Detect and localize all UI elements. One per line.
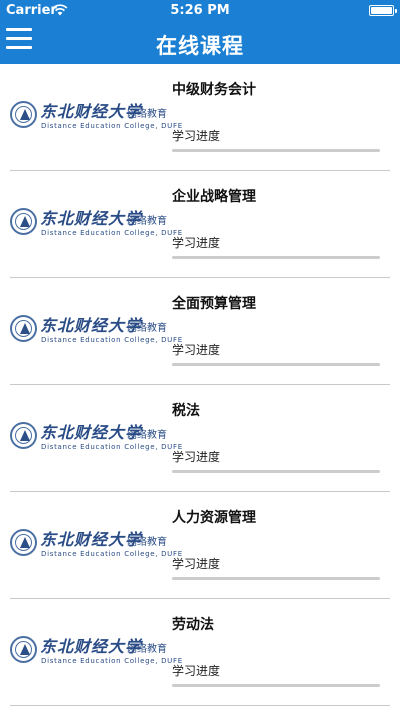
progress-label: 学习进度 [172,557,221,571]
battery-icon [369,5,397,16]
course-list: 东北财经大学 网络教育 Distance Education College, … [0,64,400,706]
progress-label: 学习进度 [172,343,221,357]
university-logo: 东北财经大学 网络教育 Distance Education College, … [10,631,182,671]
university-seal-icon [10,208,37,235]
university-seal-icon [10,315,37,342]
progress-label: 学习进度 [172,236,221,250]
university-logo: 东北财经大学 网络教育 Distance Education College, … [10,417,182,457]
course-name: 劳动法 [172,617,214,633]
logo-name-en: Distance Education College, DUFE [41,657,183,665]
page-title: 在线课程 [156,34,244,58]
course-item[interactable]: 东北财经大学 网络教育 Distance Education College, … [0,171,400,278]
course-item[interactable]: 东北财经大学 网络教育 Distance Education College, … [0,599,400,706]
course-name: 人力资源管理 [172,510,256,526]
progress-bar [172,149,380,152]
university-seal-icon [10,101,37,128]
progress-bar [172,363,380,366]
university-logo: 东北财经大学 网络教育 Distance Education College, … [10,524,182,564]
logo-suffix: 网络教育 [127,323,167,334]
navigation-bar: Carrier 5:26 PM 在线课程 [0,0,400,64]
progress-bar [172,256,380,259]
clock: 5:26 PM [170,3,230,18]
course-item[interactable]: 东北财经大学 网络教育 Distance Education College, … [0,278,400,385]
logo-name-en: Distance Education College, DUFE [41,229,183,237]
progress-label: 学习进度 [172,450,221,464]
logo-name-en: Distance Education College, DUFE [41,336,183,344]
progress-label: 学习进度 [172,664,221,678]
logo-suffix: 网络教育 [127,216,167,227]
course-item[interactable]: 东北财经大学 网络教育 Distance Education College, … [0,385,400,492]
university-logo: 东北财经大学 网络教育 Distance Education College, … [10,96,182,136]
course-item[interactable]: 东北财经大学 网络教育 Distance Education College, … [0,492,400,599]
course-item[interactable]: 东北财经大学 网络教育 Distance Education College, … [0,64,400,171]
university-seal-icon [10,636,37,663]
course-name: 全面预算管理 [172,296,256,312]
logo-suffix: 网络教育 [127,430,167,441]
progress-bar [172,577,380,580]
university-seal-icon [10,529,37,556]
logo-suffix: 网络教育 [127,644,167,655]
university-logo: 东北财经大学 网络教育 Distance Education College, … [10,310,182,350]
course-name: 中级财务会计 [172,82,256,98]
university-seal-icon [10,422,37,449]
university-logo: 东北财经大学 网络教育 Distance Education College, … [10,203,182,243]
course-name: 税法 [172,403,200,419]
logo-suffix: 网络教育 [127,109,167,120]
logo-name-en: Distance Education College, DUFE [41,550,183,558]
logo-suffix: 网络教育 [127,537,167,548]
status-bar: Carrier 5:26 PM [0,0,400,22]
progress-bar [172,470,380,473]
progress-bar [172,684,380,687]
course-name: 企业战略管理 [172,189,256,205]
logo-name-en: Distance Education College, DUFE [41,443,183,451]
progress-label: 学习进度 [172,129,221,143]
logo-name-en: Distance Education College, DUFE [41,122,183,130]
